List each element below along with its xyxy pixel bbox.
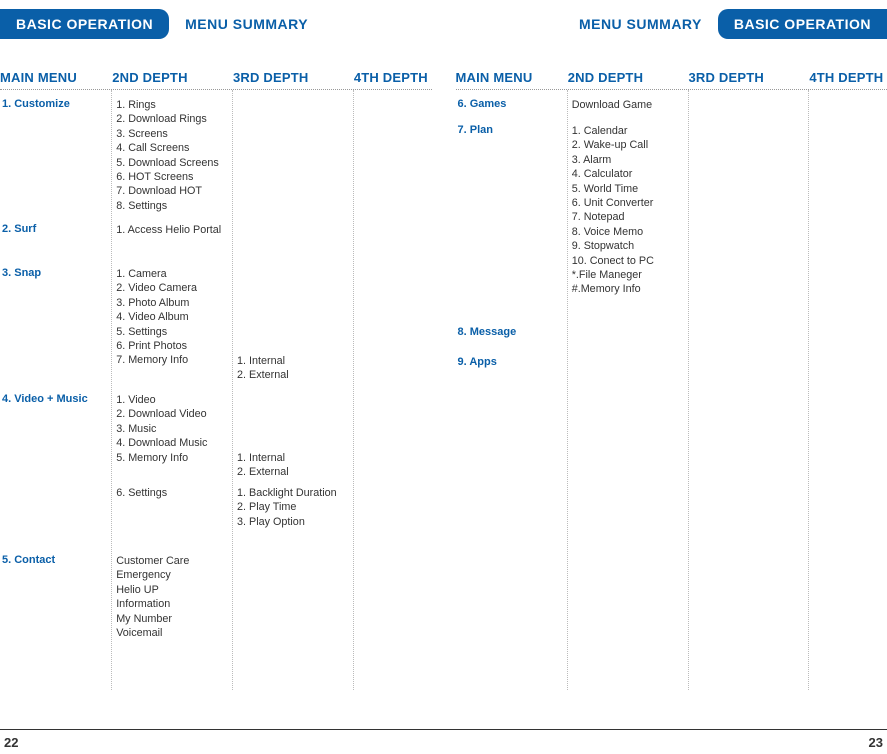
menu-sub-item: 4. Call Screens: [112, 141, 232, 155]
menu-sub-item: 2. Download Video: [112, 407, 232, 421]
col-header-4th: 4TH DEPTH: [354, 70, 432, 85]
menu-sub-item: Emergency: [112, 568, 232, 582]
menu-sub-item: #.Memory Info: [568, 282, 688, 296]
column-headers-right: MAIN MENU 2ND DEPTH 3RD DEPTH 4TH DEPTH: [456, 70, 887, 90]
page-left: BASIC OPERATION MENU SUMMARY MAIN MENU 2…: [0, 0, 444, 754]
menu-sub-item: 1. Internal: [233, 354, 353, 368]
header-row-right: MENU SUMMARY BASIC OPERATION: [456, 6, 887, 42]
main-menu-item: 5. Contact: [0, 554, 111, 566]
menu-sub-item: 6. Print Photos: [112, 339, 232, 353]
page-number-right: 23: [869, 735, 883, 750]
main-menu-item: 7. Plan: [456, 124, 567, 136]
main-menu-item: 4. Video + Music: [0, 393, 111, 405]
col-header-3rd-r: 3RD DEPTH: [689, 70, 810, 85]
menu-sub-item: 4. Video Album: [112, 310, 232, 324]
col-header-3rd: 3RD DEPTH: [233, 70, 354, 85]
menu-sub-item: 1. Video: [112, 393, 232, 407]
col-header-main: MAIN MENU: [0, 70, 112, 85]
menu-sub-item: 9. Stopwatch: [568, 239, 688, 253]
content-area-left: 1. Customize 2. Surf 3. Snap 4. Video + Mus…: [0, 90, 432, 690]
col-main-left: 1. Customize 2. Surf 3. Snap 4. Video + Mus…: [0, 90, 112, 690]
column-headers-left: MAIN MENU 2ND DEPTH 3RD DEPTH 4TH DEPTH: [0, 70, 432, 90]
menu-sub-item: 2. Download Rings: [112, 112, 232, 126]
page-number-left: 22: [4, 735, 18, 750]
menu-sub-item: 4. Calculator: [568, 167, 688, 181]
chapter-tab-left: BASIC OPERATION: [0, 9, 169, 39]
menu-sub-item: 2. Wake-up Call: [568, 138, 688, 152]
menu-sub-item: 2. Video Camera: [112, 281, 232, 295]
menu-sub-item: 3. Alarm: [568, 153, 688, 167]
main-menu-item: 8. Message: [456, 326, 567, 338]
menu-sub-item: *.File Maneger: [568, 268, 688, 282]
menu-sub-item: 4. Download Music: [112, 436, 232, 450]
main-menu-item: 2. Surf: [0, 223, 111, 235]
menu-sub-item: 2. External: [233, 465, 353, 479]
menu-sub-item: 10. Conect to PC: [568, 254, 688, 268]
col-2nd-right: Download Game 1. Calendar2. Wake-up Call3…: [568, 90, 689, 690]
col-3rd-left: 1. Internal2. External1. Internal2. Exte…: [233, 90, 354, 690]
menu-sub-item: 3. Music: [112, 422, 232, 436]
menu-sub-item: 1. Calendar: [568, 124, 688, 138]
menu-sub-item: 1. Camera: [112, 267, 232, 281]
menu-sub-item: 6. HOT Screens: [112, 170, 232, 184]
menu-sub-item: 6. Unit Converter: [568, 196, 688, 210]
menu-sub-item: Download Game: [568, 98, 688, 112]
col-4th-right: [809, 90, 887, 690]
menu-sub-item: 8. Voice Memo: [568, 225, 688, 239]
breadcrumb-right: MENU SUMMARY: [579, 16, 702, 32]
col-2nd-left: 1. Rings2. Download Rings3. Screens4. Ca…: [112, 90, 233, 690]
header-row-left: BASIC OPERATION MENU SUMMARY: [0, 6, 432, 42]
col-header-main-r: MAIN MENU: [456, 70, 568, 85]
menu-sub-item: 5. Settings: [112, 325, 232, 339]
menu-sub-item: Customer Care: [112, 554, 232, 568]
main-menu-item: 3. Snap: [0, 267, 111, 279]
breadcrumb-left: MENU SUMMARY: [185, 16, 308, 32]
menu-sub-item: 3. Photo Album: [112, 296, 232, 310]
col-main-right: 6. Games 7. Plan 8. Message 9. Apps: [456, 90, 568, 690]
menu-sub-item: 1. Backlight Duration: [233, 486, 353, 500]
col-header-4th-r: 4TH DEPTH: [809, 70, 887, 85]
menu-sub-item: 2. Play Time: [233, 500, 353, 514]
chapter-tab-right: BASIC OPERATION: [718, 9, 887, 39]
menu-sub-item: 3. Play Option: [233, 515, 353, 529]
footer-line-left: [0, 729, 444, 730]
menu-sub-item: 5. World Time: [568, 182, 688, 196]
menu-sub-item: 8. Settings: [112, 199, 232, 213]
menu-sub-item: 7. Download HOT: [112, 184, 232, 198]
menu-sub-item: 1. Internal: [233, 451, 353, 465]
page-right: MENU SUMMARY BASIC OPERATION MAIN MENU 2…: [444, 0, 887, 754]
menu-sub-item: 1. Access Helio Portal: [112, 223, 232, 237]
menu-sub-item: 1. Rings: [112, 98, 232, 112]
col-header-2nd: 2ND DEPTH: [112, 70, 233, 85]
main-menu-item: 6. Games: [456, 98, 567, 110]
content-area-right: 6. Games 7. Plan 8. Message 9. Apps Downloa…: [456, 90, 887, 690]
menu-sub-item: My Number: [112, 612, 232, 626]
menu-sub-item: 3. Screens: [112, 127, 232, 141]
col-3rd-right: [689, 90, 810, 690]
menu-sub-item: 7. Notepad: [568, 210, 688, 224]
main-menu-item: 1. Customize: [0, 98, 111, 110]
menu-sub-item: Helio UP: [112, 583, 232, 597]
menu-sub-item: 2. External: [233, 368, 353, 382]
main-menu-item: 9. Apps: [456, 356, 567, 368]
menu-sub-item: 7. Memory Info: [112, 353, 232, 367]
menu-sub-item: Voicemail: [112, 626, 232, 640]
menu-sub-item: 5. Download Screens: [112, 156, 232, 170]
footer-line-right: [444, 729, 887, 730]
col-header-2nd-r: 2ND DEPTH: [568, 70, 689, 85]
col-4th-left: [354, 90, 432, 690]
menu-sub-item: Information: [112, 597, 232, 611]
menu-sub-item: 6. Settings: [112, 486, 232, 500]
menu-sub-item: 5. Memory Info: [112, 451, 232, 465]
